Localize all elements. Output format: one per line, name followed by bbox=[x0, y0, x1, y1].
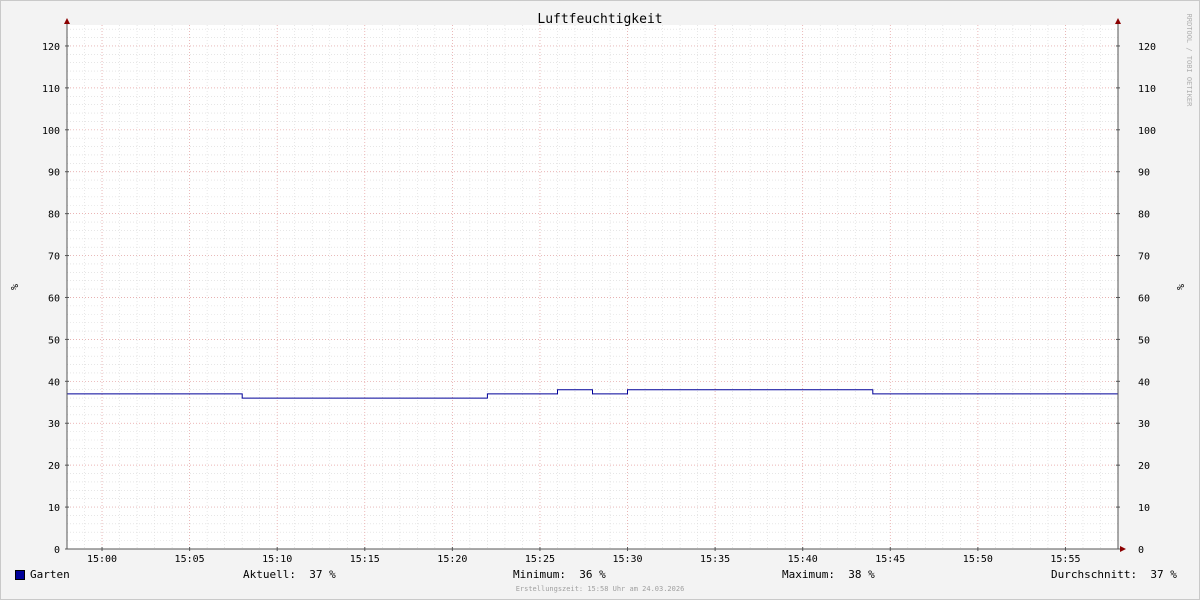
x-tick-label: 15:45 bbox=[875, 554, 905, 565]
y-tick-label-left: 40 bbox=[48, 377, 60, 388]
x-tick-label: 15:10 bbox=[262, 554, 292, 565]
y-tick-label-left: 120 bbox=[42, 42, 60, 53]
chart-canvas: 0 0 10 10 20 20 30 30 40 40 50 50 60 60 70 70 80 80 90 90 10… bbox=[8, 12, 1193, 565]
x-tick-label: 15:50 bbox=[963, 554, 993, 565]
legend-swatch-garten bbox=[15, 570, 25, 580]
y-tick-label-right: 60 bbox=[1138, 293, 1150, 304]
y-tick-label-right: 90 bbox=[1138, 168, 1150, 179]
y-tick-label-right: 50 bbox=[1138, 335, 1150, 346]
footer-timestamp: Erstellungszeit: 15:58 Uhr am 24.03.2026 bbox=[515, 585, 685, 593]
x-tick-label: 15:00 bbox=[87, 554, 117, 565]
x-tick-label: 15:30 bbox=[612, 554, 642, 565]
y-tick-label-left: 110 bbox=[42, 84, 60, 95]
legend-minimum: Minimum: 36 % bbox=[513, 568, 606, 581]
y-tick-label-right: 100 bbox=[1138, 126, 1156, 137]
y-tick-label-right: 110 bbox=[1138, 84, 1156, 95]
y-tick-label-left: 60 bbox=[48, 293, 60, 304]
x-tick-label: 15:55 bbox=[1050, 554, 1080, 565]
y-tick-label-right: 40 bbox=[1138, 377, 1150, 388]
y-axis-label-right: % bbox=[1174, 284, 1185, 290]
y-tick-label-right: 20 bbox=[1138, 461, 1150, 472]
x-tick-label: 15:40 bbox=[788, 554, 818, 565]
x-tick-label: 15:25 bbox=[525, 554, 555, 565]
y-tick-label-left: 50 bbox=[48, 335, 60, 346]
y-tick-label-left: 80 bbox=[48, 210, 60, 221]
y-tick-label-left: 10 bbox=[48, 503, 60, 514]
legend-maximum: Maximum: 38 % bbox=[782, 568, 875, 581]
x-tick-label: 15:20 bbox=[437, 554, 467, 565]
y-axis-arrow-left bbox=[64, 18, 70, 24]
y-tick-label-left: 20 bbox=[48, 461, 60, 472]
y-tick-label-right: 30 bbox=[1138, 419, 1150, 430]
chart-title: Luftfeuchtigkeit bbox=[537, 12, 662, 27]
x-tick-label: 15:15 bbox=[350, 554, 380, 565]
x-tick-label: 15:35 bbox=[700, 554, 730, 565]
y-tick-label-left: 100 bbox=[42, 126, 60, 137]
y-axis-label-left: % bbox=[8, 284, 19, 290]
y-axis-arrow-right bbox=[1115, 18, 1121, 24]
y-tick-label-right: 10 bbox=[1138, 503, 1150, 514]
y-tick-label-right: 120 bbox=[1138, 42, 1156, 53]
x-tick-label: 15:05 bbox=[175, 554, 205, 565]
watermark: RRDTOOL / TOBI OETIKER bbox=[1185, 14, 1193, 108]
legend-average: Durchschnitt: 37 % bbox=[1051, 568, 1177, 581]
x-axis-arrow bbox=[1120, 546, 1126, 552]
y-tick-label-right: 80 bbox=[1138, 210, 1150, 221]
y-tick-label-left: 0 bbox=[54, 545, 60, 556]
y-tick-label-left: 90 bbox=[48, 168, 60, 179]
y-tick-label-left: 70 bbox=[48, 252, 60, 263]
y-tick-label-right: 0 bbox=[1138, 545, 1144, 556]
legend-current: Aktuell: 37 % bbox=[243, 568, 336, 581]
y-tick-label-left: 30 bbox=[48, 419, 60, 430]
y-tick-label-right: 70 bbox=[1138, 252, 1150, 263]
legend-series-name: Garten bbox=[30, 568, 70, 581]
